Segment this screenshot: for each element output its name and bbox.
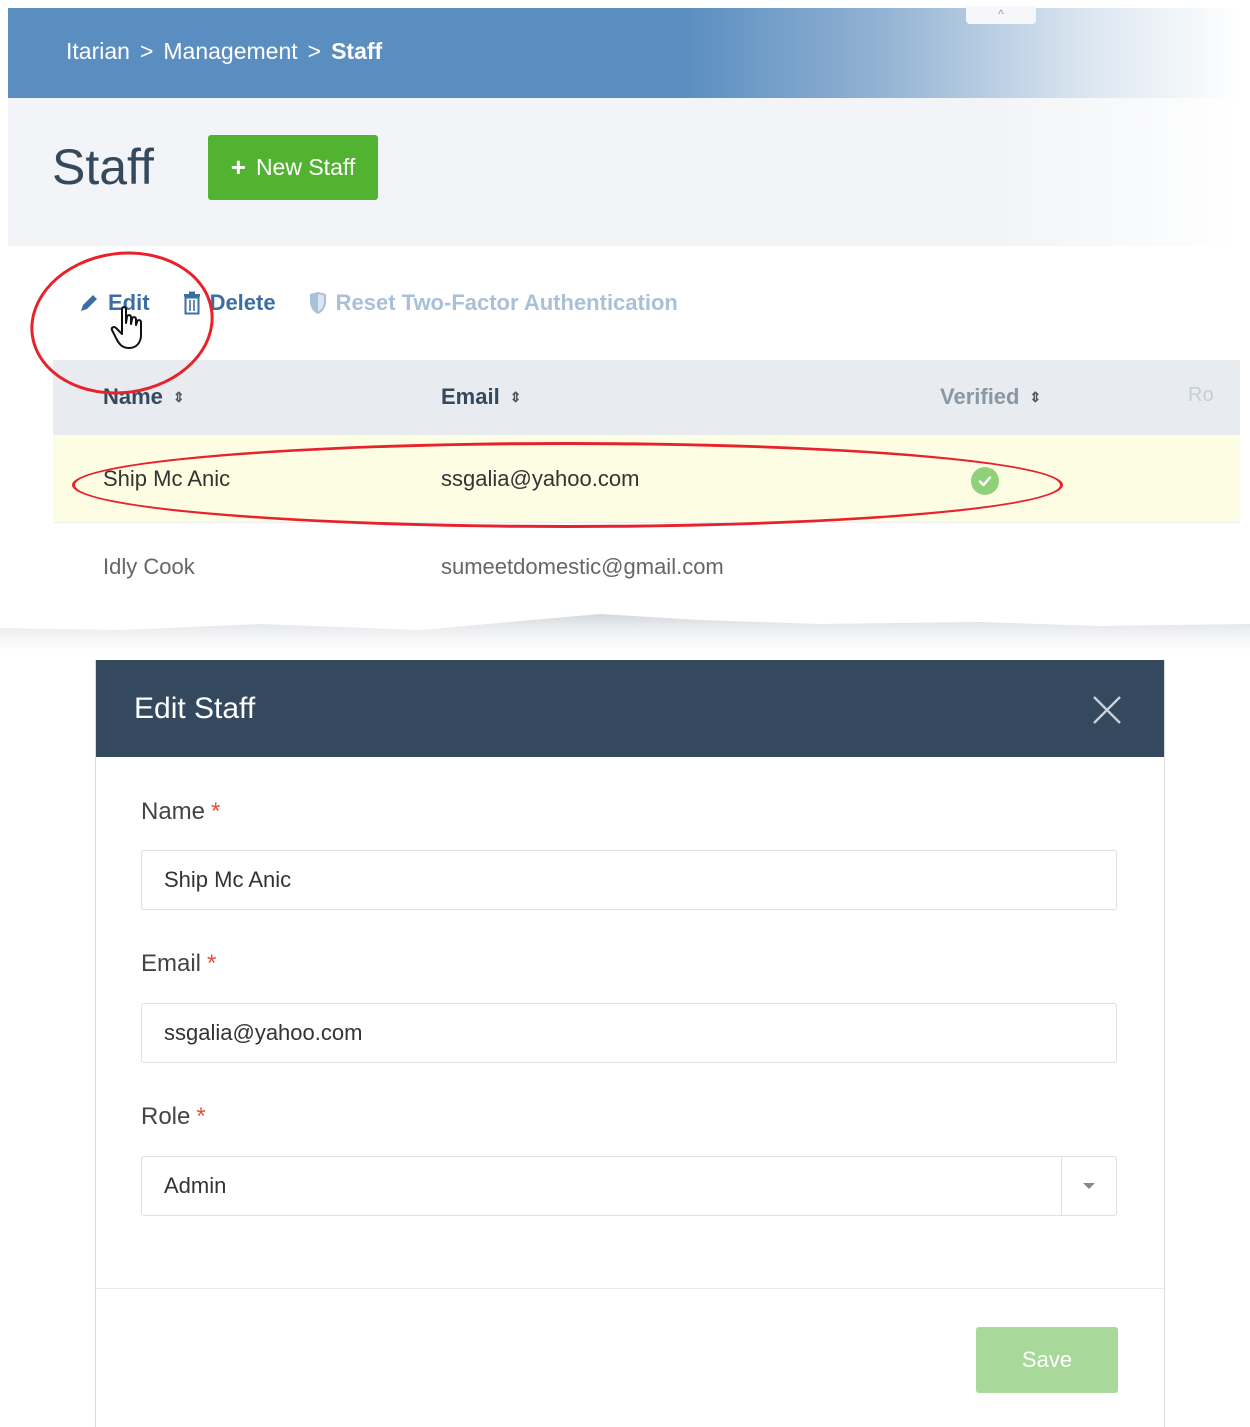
modal-title: Edit Staff [134,692,256,725]
save-button[interactable]: Save [976,1327,1118,1393]
sort-icon: ⇕ [172,388,185,405]
breadcrumb: Itarian > Management > Staff [66,38,382,65]
breadcrumb-separator: > [307,38,322,64]
column-header-email[interactable]: Email ⇕ [441,384,521,410]
cell-email: sumeetdomestic@gmail.com [441,554,724,579]
required-marker: * [211,798,221,825]
breadcrumb-current: Staff [331,38,383,64]
new-staff-button[interactable]: + New Staff [208,135,378,200]
chevron-down-icon [1083,1183,1095,1189]
breadcrumb-separator: > [139,38,154,64]
column-header-role[interactable]: Ro [1188,384,1214,407]
title-band [8,98,1240,246]
column-header-label: Email [441,384,500,409]
reset-2fa-action[interactable]: Reset Two-Factor Authentication [308,290,678,316]
annotation-ellipse [72,442,1063,528]
close-icon[interactable] [1091,694,1123,726]
sort-icon: ⇕ [1029,388,1042,405]
column-header-label: Ro [1188,384,1214,406]
delete-label: Delete [209,290,276,315]
edit-staff-modal: Edit Staff Name * Ship Mc Anic Email * ssg… [95,660,1165,1427]
new-staff-label: New Staff [255,154,356,180]
label-text: Role [141,1103,191,1130]
email-field-label: Email * [141,950,216,978]
modal-header: Edit Staff [96,660,1164,757]
shield-icon [309,292,326,314]
column-header-verified[interactable]: Verified ⇕ [940,384,1041,410]
breadcrumb-management[interactable]: Management [163,38,297,64]
required-marker: * [207,950,217,977]
page-title: Staff [52,139,154,195]
role-field-label: Role * [141,1103,206,1131]
table-header: Name ⇕ Email ⇕ Verified ⇕ Ro [53,360,1240,435]
label-text: Name [141,798,206,825]
required-marker: * [196,1103,206,1130]
role-select-value: Admin [164,1173,227,1198]
torn-edge-divider [0,600,1250,660]
email-input[interactable]: ssgalia@yahoo.com [141,1003,1117,1063]
reset-2fa-label: Reset Two-Factor Authentication [335,290,678,315]
plus-icon: + [230,152,246,182]
breadcrumb-root[interactable]: Itarian [66,38,130,64]
select-toggle[interactable] [1061,1157,1116,1215]
table-row[interactable]: Idly Cook sumeetdomestic@gmail.com [53,523,1240,611]
column-header-label: Verified [940,384,1020,409]
modal-footer-divider [96,1288,1164,1289]
label-text: Email [141,950,202,977]
sort-icon: ⇕ [509,388,522,405]
cell-name: Idly Cook [103,554,195,579]
role-select[interactable]: Admin [141,1156,1117,1216]
hand-cursor-icon [110,306,142,349]
name-field-label: Name * [141,798,220,826]
name-input[interactable]: Ship Mc Anic [141,850,1117,910]
collapse-header-toggle[interactable]: ^ [966,6,1036,24]
